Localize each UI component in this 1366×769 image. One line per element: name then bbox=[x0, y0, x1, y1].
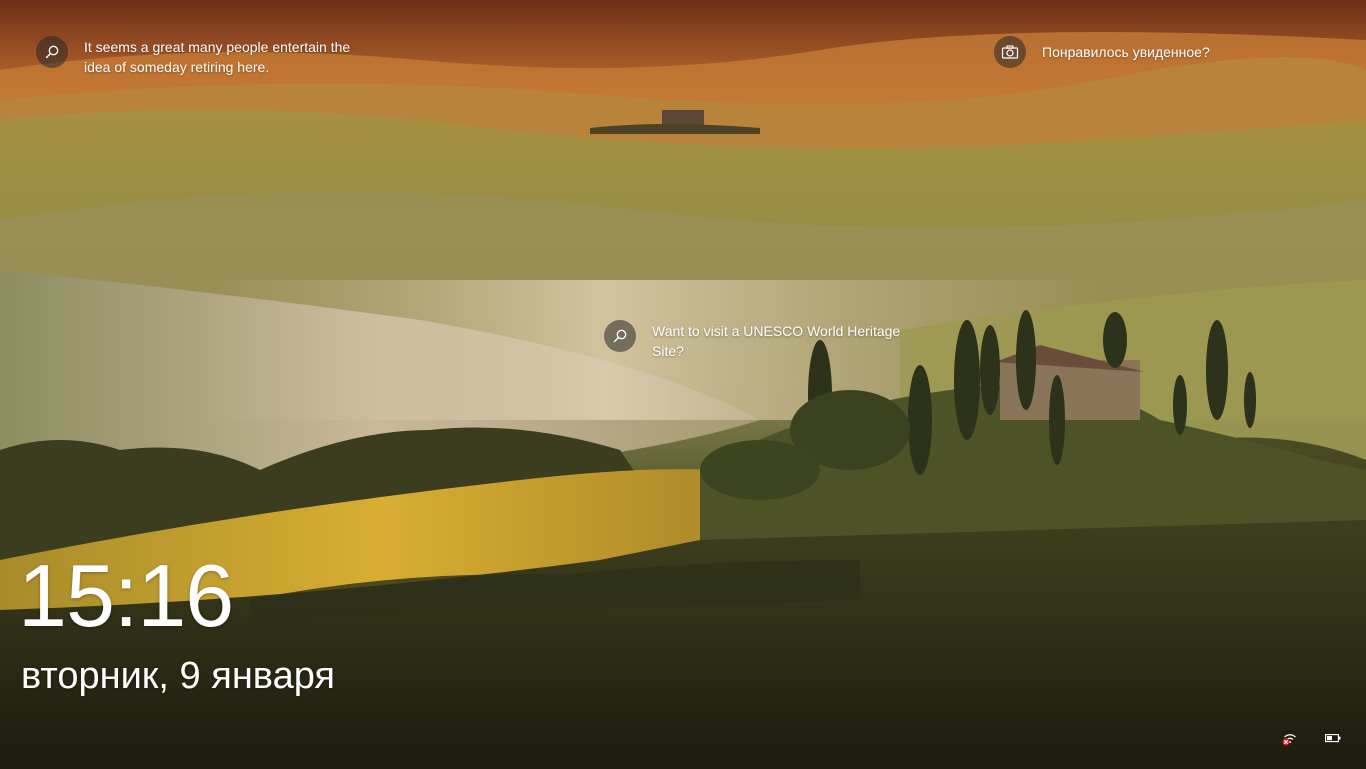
spotlight-hint-middle[interactable]: Want to visit a UNESCO World Heritage Si… bbox=[604, 320, 934, 361]
spotlight-hint-top[interactable]: It seems a great many people entertain t… bbox=[36, 36, 376, 77]
network-disconnected-icon[interactable] bbox=[1281, 728, 1299, 748]
battery-icon[interactable] bbox=[1325, 728, 1341, 748]
lockscreen-time: 15:16 bbox=[18, 546, 234, 645]
spotlight-hint-top-text[interactable]: It seems a great many people entertain t… bbox=[84, 36, 376, 77]
lockscreen-date: вторник, 9 января bbox=[21, 655, 335, 697]
camera-icon[interactable] bbox=[994, 36, 1026, 68]
lock-screen[interactable]: It seems a great many people entertain t… bbox=[0, 0, 1366, 769]
search-icon[interactable] bbox=[604, 320, 636, 352]
like-what-you-see[interactable]: Понравилось увиденное? bbox=[994, 36, 1314, 68]
search-icon[interactable] bbox=[36, 36, 68, 68]
like-what-you-see-text[interactable]: Понравилось увиденное? bbox=[1042, 36, 1210, 62]
spotlight-hint-middle-text[interactable]: Want to visit a UNESCO World Heritage Si… bbox=[652, 320, 934, 361]
